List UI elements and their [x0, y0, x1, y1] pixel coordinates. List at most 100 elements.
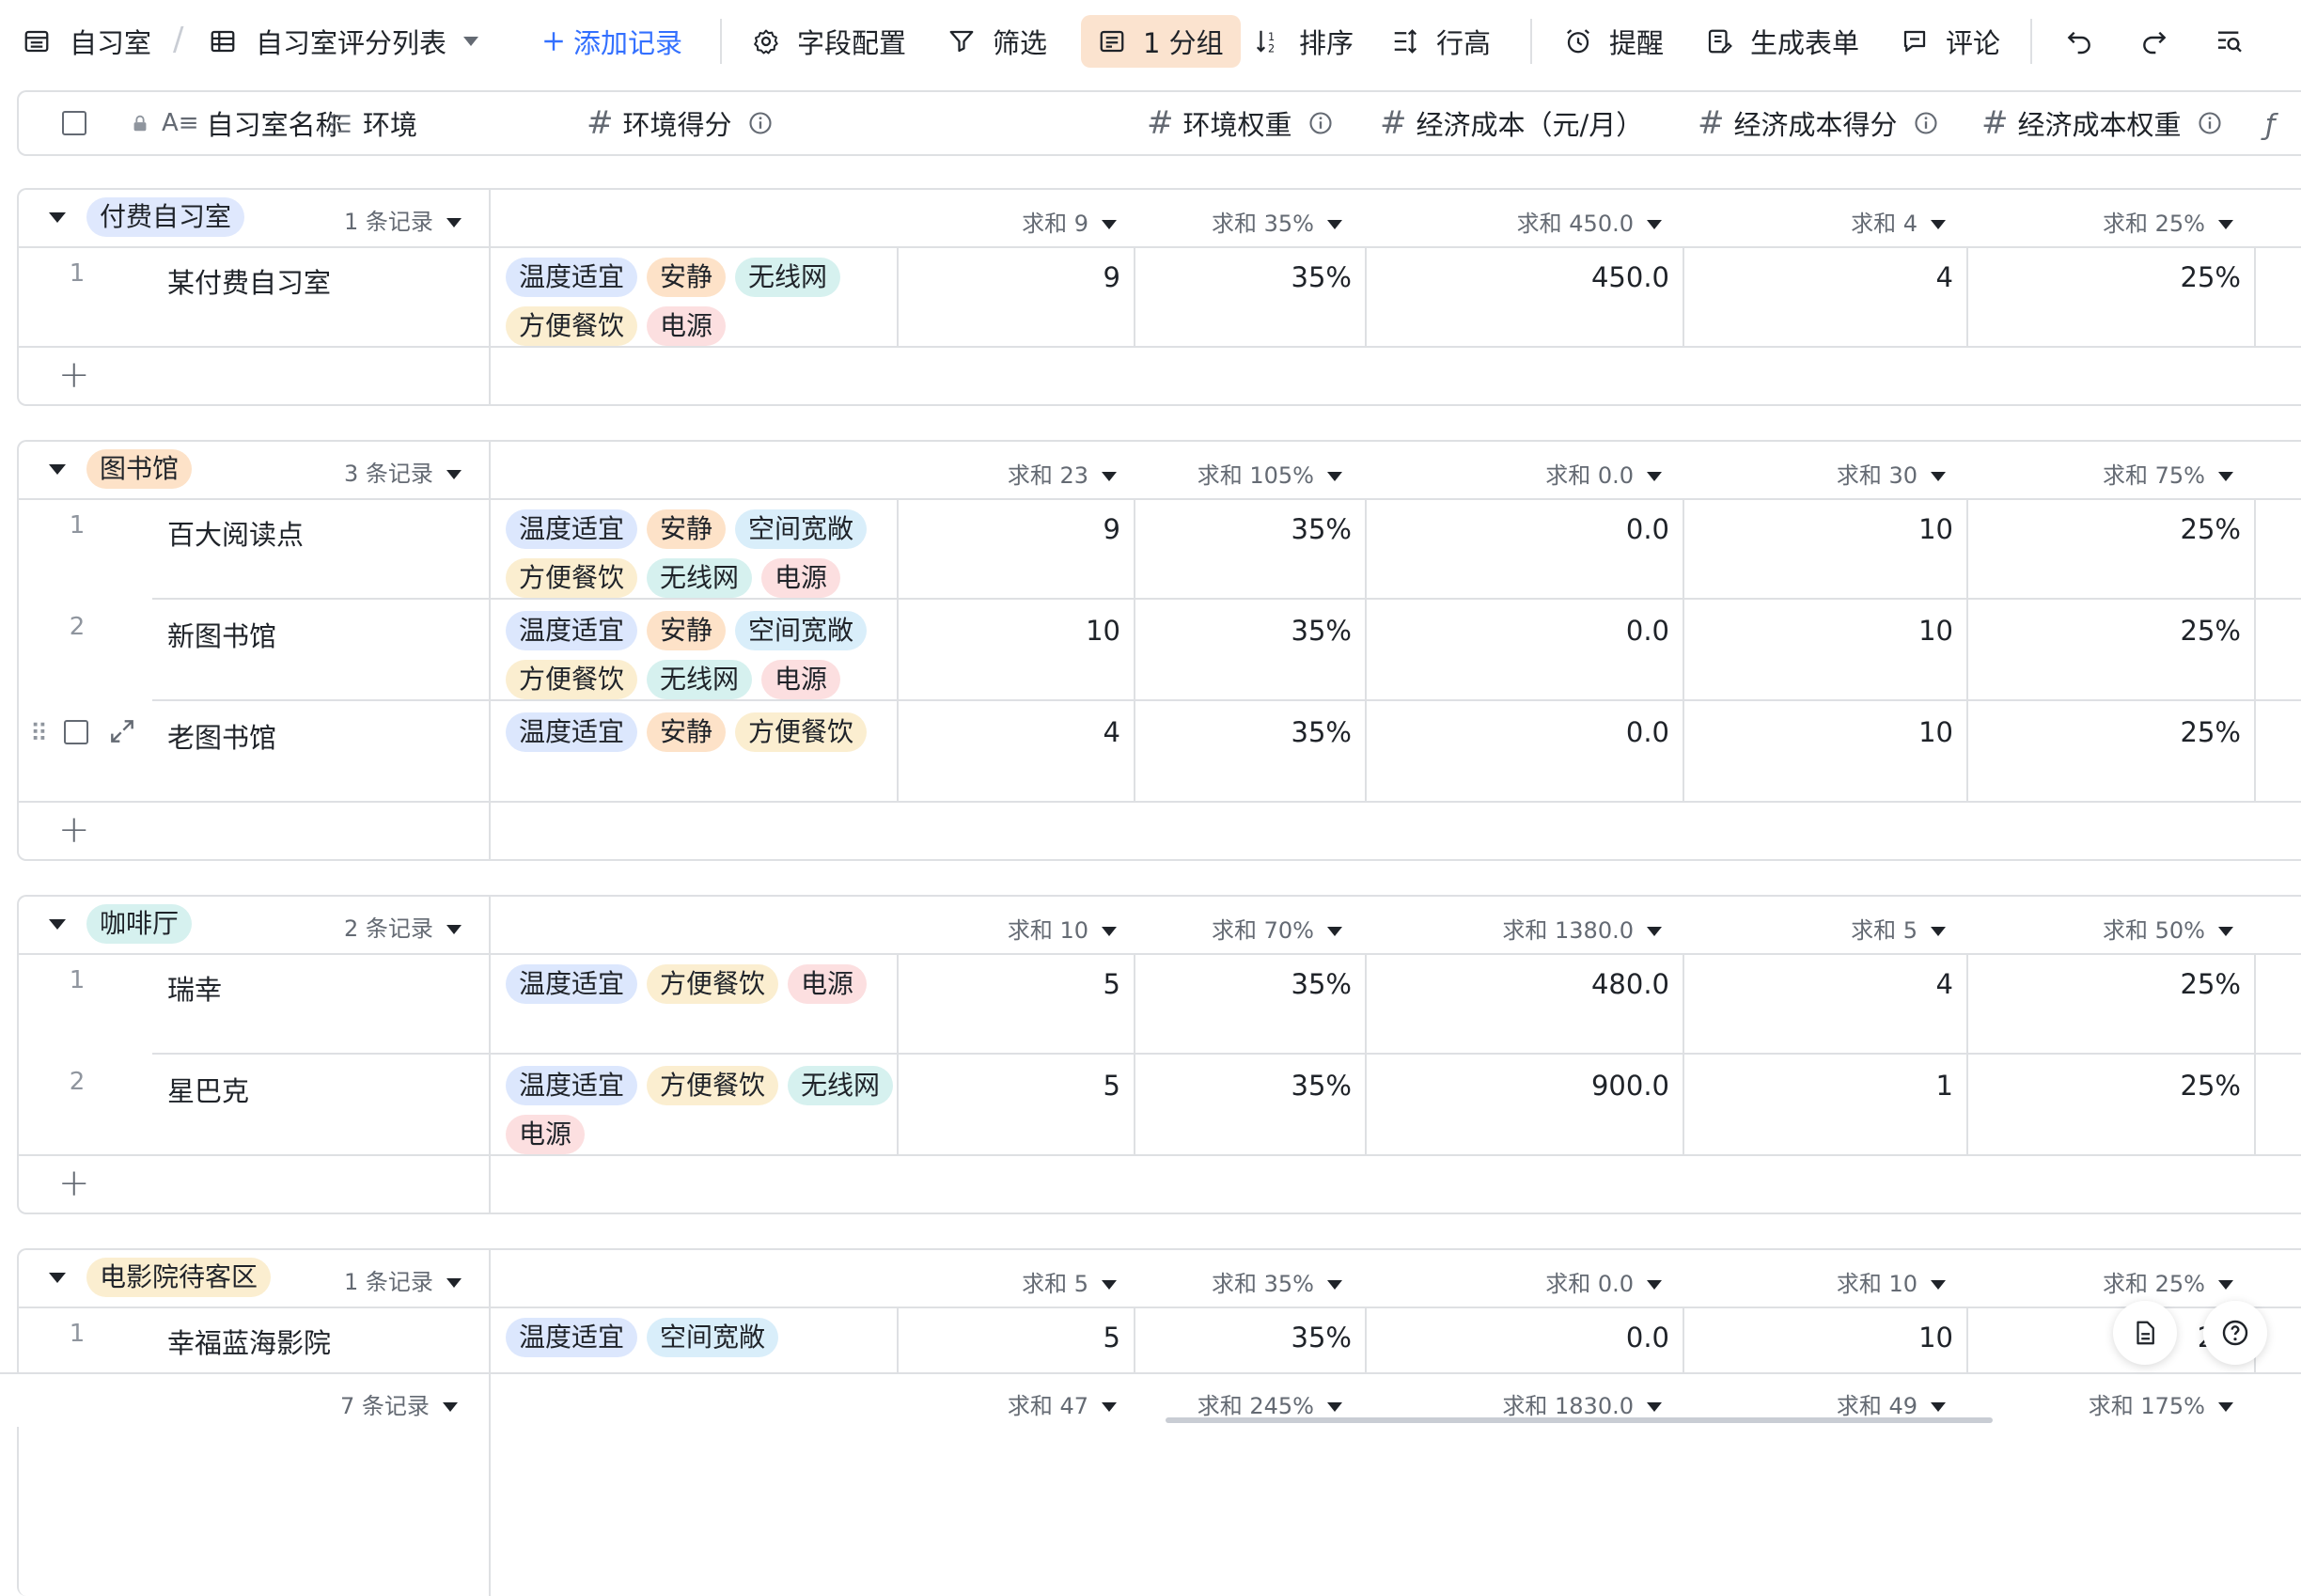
cell-env-weight[interactable]: 35%: [1070, 615, 1352, 647]
group-sum-econ-weight[interactable]: 求和 25%: [2000, 1265, 2233, 1298]
cell-env-weight[interactable]: 35%: [1070, 716, 1352, 748]
drag-handle-icon[interactable]: ⠿: [30, 720, 48, 748]
row-height-button[interactable]: 行高: [1391, 15, 1491, 68]
cell-econ-score[interactable]: 10: [1671, 1322, 1953, 1353]
group-sum-econ-weight[interactable]: 求和 50%: [2000, 912, 2233, 945]
cell-env-weight[interactable]: 35%: [1070, 1070, 1352, 1102]
cell-econ-weight[interactable]: 25%: [1959, 615, 2241, 647]
group-sum-env-weight[interactable]: 求和 35%: [1109, 1265, 1342, 1298]
group-sum-econ-cost[interactable]: 求和 0.0: [1429, 1265, 1662, 1298]
app-title[interactable]: 自习室: [23, 15, 151, 68]
view-selector[interactable]: 自习室评分列表: [209, 15, 479, 68]
cell-econ-score[interactable]: 1: [1671, 1070, 1953, 1102]
column-header-env-weight[interactable]: [961, 92, 972, 154]
cell-econ-cost[interactable]: 450.0: [1387, 261, 1669, 293]
column-header-env-weight[interactable]: # 环境权重: [1135, 92, 1334, 154]
group-record-count[interactable]: 1 条记录: [344, 203, 462, 236]
collapse-caret-icon[interactable]: [49, 212, 66, 223]
group-sum-econ-weight[interactable]: 求和 75%: [2000, 457, 2233, 490]
cell-econ-cost[interactable]: 900.0: [1387, 1070, 1669, 1102]
horizontal-scrollbar[interactable]: [1166, 1417, 1993, 1423]
cell-econ-score[interactable]: 4: [1671, 261, 1953, 293]
filter-button[interactable]: 筛选: [947, 15, 1047, 68]
column-header-env-score[interactable]: # 环境得分: [575, 92, 774, 154]
row-checkbox[interactable]: [64, 720, 88, 744]
footer-sum-econ-score[interactable]: 求和 49: [1713, 1387, 1946, 1420]
cell-econ-weight[interactable]: 25%: [1959, 968, 2241, 1000]
chevron-down-icon: [1931, 220, 1946, 229]
undo-button[interactable]: [2064, 15, 2094, 68]
select-all-checkbox[interactable]: [62, 92, 86, 154]
cell-econ-score[interactable]: 10: [1671, 615, 1953, 647]
group-sum-env-weight[interactable]: 求和 105%: [1109, 457, 1342, 490]
group-sum-econ-score[interactable]: 求和 10: [1713, 1265, 1946, 1298]
column-header-name[interactable]: A≡ 自习室名称: [130, 92, 343, 154]
group-record-count[interactable]: 3 条记录: [344, 455, 462, 488]
add-row-plus-icon[interactable]: +: [58, 353, 90, 397]
column-header-environment[interactable]: 环境: [316, 92, 417, 154]
document-button[interactable]: [2113, 1301, 2177, 1365]
cell-econ-weight[interactable]: 25%: [1959, 1070, 2241, 1102]
footer-sum-env-score[interactable]: 求和 47: [884, 1387, 1117, 1420]
add-record-button[interactable]: 添加记录: [541, 15, 682, 68]
group-sum-econ-score[interactable]: 求和 4: [1713, 205, 1946, 238]
comment-button[interactable]: 评论: [1901, 15, 2000, 68]
info-icon[interactable]: [747, 110, 774, 136]
group-sum-env-weight[interactable]: 求和 70%: [1109, 912, 1342, 945]
cell-env-weight[interactable]: 35%: [1070, 1322, 1352, 1353]
cell-econ-cost[interactable]: 480.0: [1387, 968, 1669, 1000]
footer-total-count[interactable]: 7 条记录: [340, 1387, 458, 1420]
cell-econ-weight[interactable]: 25%: [1959, 716, 2241, 748]
cell-econ-weight[interactable]: 2...: [1959, 1322, 2241, 1353]
group-sum-env-score[interactable]: 求和 5: [884, 1265, 1117, 1298]
cell-econ-cost[interactable]: 0.0: [1387, 615, 1669, 647]
info-icon[interactable]: [2197, 110, 2223, 136]
cell-econ-score[interactable]: 10: [1671, 716, 1953, 748]
cell-econ-weight[interactable]: 25%: [1959, 513, 2241, 545]
group-sum-econ-score[interactable]: 求和 30: [1713, 457, 1946, 490]
add-row-plus-icon[interactable]: +: [58, 1162, 90, 1205]
cell-econ-weight[interactable]: 25%: [1959, 261, 2241, 293]
sort-button[interactable]: 12 排序: [1254, 15, 1354, 68]
reminder-button[interactable]: 提醒: [1564, 15, 1664, 68]
search-button[interactable]: [2215, 15, 2245, 68]
cell-econ-score[interactable]: 10: [1671, 513, 1953, 545]
column-header-econ-cost[interactable]: # 经济成本（元/月）: [1369, 92, 1643, 154]
help-button[interactable]: [2203, 1301, 2267, 1365]
redo-button[interactable]: [2139, 15, 2169, 68]
collapse-caret-icon[interactable]: [49, 464, 66, 475]
group-sum-env-weight[interactable]: 求和 35%: [1109, 205, 1342, 238]
cell-econ-cost[interactable]: 0.0: [1387, 716, 1669, 748]
footer-sum-env-weight[interactable]: 求和 245%: [1109, 1387, 1342, 1420]
cell-econ-cost[interactable]: 0.0: [1387, 513, 1669, 545]
group-sum-econ-score[interactable]: 求和 5: [1713, 912, 1946, 945]
group-sum-env-score[interactable]: 求和 10: [884, 912, 1117, 945]
cell-econ-score[interactable]: 4: [1671, 968, 1953, 1000]
info-icon[interactable]: [1307, 110, 1334, 136]
cell-econ-cost[interactable]: 0.0: [1387, 1322, 1669, 1353]
cell-env-weight[interactable]: 35%: [1070, 261, 1352, 293]
collapse-caret-icon[interactable]: [49, 919, 66, 930]
add-row-plus-icon[interactable]: +: [58, 808, 90, 852]
column-header-econ-weight[interactable]: # 经济成本权重: [1970, 92, 2223, 154]
cell-env-weight[interactable]: 35%: [1070, 968, 1352, 1000]
info-icon[interactable]: [1913, 110, 1939, 136]
group-sum-econ-weight[interactable]: 求和 25%: [2000, 205, 2233, 238]
field-config-button[interactable]: 字段配置: [752, 15, 906, 68]
generate-form-button[interactable]: 生成表单: [1705, 15, 1859, 68]
group-sum-env-score[interactable]: 求和 9: [884, 205, 1117, 238]
footer-sum-econ-weight[interactable]: 求和 175%: [2000, 1387, 2233, 1420]
group-sum-econ-cost[interactable]: 求和 0.0: [1429, 457, 1662, 490]
collapse-caret-icon[interactable]: [49, 1273, 66, 1283]
group-record-count[interactable]: 1 条记录: [344, 1263, 462, 1296]
environment-tag: 温度适宜: [506, 1066, 638, 1105]
group-button[interactable]: 1 分组: [1081, 15, 1241, 68]
expand-record-icon[interactable]: [107, 716, 137, 750]
column-header-econ-score[interactable]: # 经济成本得分: [1686, 92, 1939, 154]
group-sum-econ-cost[interactable]: 求和 1380.0: [1429, 912, 1662, 945]
footer-sum-econ-cost[interactable]: 求和 1830.0: [1429, 1387, 1662, 1420]
group-sum-econ-cost[interactable]: 求和 450.0: [1429, 205, 1662, 238]
group-sum-env-score[interactable]: 求和 23: [884, 457, 1117, 490]
group-record-count[interactable]: 2 条记录: [344, 910, 462, 943]
cell-env-weight[interactable]: 35%: [1070, 513, 1352, 545]
